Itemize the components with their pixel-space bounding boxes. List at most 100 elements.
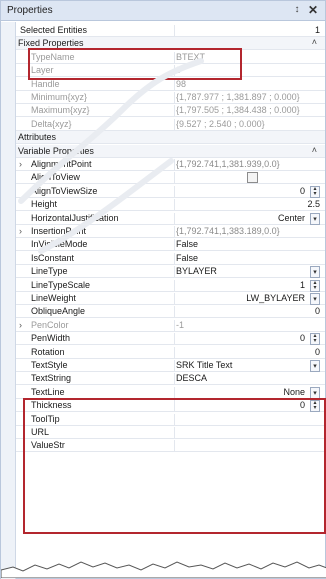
property-name: TextString [31, 373, 72, 383]
property-row-textline[interactable]: TextLine None ▾ [16, 386, 325, 399]
property-row-invisiblemode[interactable]: InVisibleMode False [16, 238, 325, 251]
property-row-maximum-xyz-[interactable]: Maximum{xyz} {1,797.505 ; 1,384.438 ; 0.0… [16, 104, 325, 117]
property-row-obliqueangle[interactable]: ObliqueAngle 0 [16, 305, 325, 318]
chevron-up-icon[interactable]: ˄ [312, 145, 317, 155]
property-row-valuestr[interactable]: ValueStr [16, 439, 325, 452]
close-icon[interactable]: ✕ [307, 4, 319, 16]
property-value[interactable]: BYLAYER ▾ [174, 266, 323, 278]
property-row-textstring[interactable]: TextString DESCA [16, 372, 325, 385]
property-name: InVisibleMode [31, 239, 88, 249]
property-name: Handle [31, 79, 60, 89]
property-value[interactable]: None ▾ [174, 387, 323, 399]
property-name: TextLine [31, 387, 65, 397]
property-value[interactable]: LW_BYLAYER ▾ [174, 293, 323, 305]
property-row-isconstant[interactable]: IsConstant False [16, 252, 325, 265]
property-value[interactable]: 0 ▴ ▾ [174, 333, 323, 345]
property-row-typename[interactable]: TypeName BTEXT [16, 51, 325, 64]
dropdown-arrow-icon[interactable]: ▾ [310, 360, 320, 372]
property-value[interactable]: False [174, 239, 323, 251]
property-name: LineTypeScale [31, 280, 91, 290]
property-value[interactable]: SRK Title Text ▾ [174, 360, 323, 372]
property-name: Selected Entities [20, 25, 88, 35]
property-value[interactable]: 0 ▴ ▾ [174, 400, 323, 412]
property-row-handle[interactable]: Handle 98 [16, 78, 325, 91]
property-name: PenWidth [31, 333, 71, 343]
property-value[interactable]: 2.5 [174, 199, 323, 211]
property-name: Thickness [31, 400, 72, 410]
dropdown-arrow-icon[interactable]: ▾ [310, 387, 320, 399]
property-value[interactable]: 1 [174, 25, 323, 37]
properties-panel: Properties ↕ ✕ Selected Entities 1 Fixed P… [0, 0, 326, 579]
category-fixed-properties[interactable]: Fixed Properties ˄ [16, 37, 325, 50]
property-name: LineType [31, 266, 68, 276]
property-row-horizontaljustification[interactable]: HorizontalJustification Center ▾ [16, 212, 325, 225]
property-row-pencolor[interactable]: › PenColor -1 [16, 319, 325, 332]
property-value[interactable] [174, 414, 323, 426]
pin-icon[interactable]: ↕ [291, 4, 303, 16]
property-value[interactable]: 0 ▴ ▾ [174, 186, 323, 198]
chevron-up-icon[interactable]: ˄ [312, 37, 317, 47]
property-row-linetype[interactable]: LineType BYLAYER ▾ [16, 265, 325, 278]
dropdown-arrow-icon[interactable]: ▾ [310, 266, 320, 278]
spinner-icon[interactable]: ▴ ▾ [310, 280, 320, 292]
property-name: AlignToViewSize [31, 186, 98, 196]
spinner-icon[interactable]: ▴ ▾ [310, 333, 320, 345]
property-value[interactable] [174, 172, 323, 184]
category-label: Variable Properties [18, 146, 94, 156]
align-to-view-checkbox[interactable] [247, 172, 258, 183]
property-name: AlignToView [31, 172, 80, 182]
category-attributes[interactable]: Attributes [16, 131, 325, 144]
dropdown-arrow-icon[interactable]: ▾ [310, 293, 320, 305]
property-row-penwidth[interactable]: PenWidth 0 ▴ ▾ [16, 332, 325, 345]
property-row-insertionpoint[interactable]: › InsertionPoint {1,792.741,1,383.189,0.0} [16, 225, 325, 238]
category-variable-properties[interactable]: Variable Properties ˄ [16, 145, 325, 158]
property-name: PenColor [31, 320, 69, 330]
property-row-alignmentpoint[interactable]: › AlignmentPoint {1,792.741,1,381.939,0.0} [16, 158, 325, 171]
spinner-icon[interactable]: ▴ ▾ [310, 400, 320, 412]
property-row-layer[interactable]: Layer 0 [16, 64, 325, 77]
property-value[interactable]: DESCA [174, 373, 323, 385]
property-row-linetypescale[interactable]: LineTypeScale 1 ▴ ▾ [16, 279, 325, 292]
property-name: Delta{xyz} [31, 119, 72, 129]
property-row-url[interactable]: URL [16, 426, 325, 439]
property-row-height[interactable]: Height 2.5 [16, 198, 325, 211]
grid-gutter [1, 22, 16, 579]
property-name: InsertionPoint [31, 226, 87, 236]
property-value[interactable]: 0 [174, 347, 323, 359]
property-row-selected-entities[interactable]: Selected Entities 1 [16, 24, 325, 37]
property-row-delta-xyz-[interactable]: Delta{xyz} {9.527 ; 2.540 ; 0.000} [16, 118, 325, 131]
expand-arrow-icon[interactable]: › [19, 159, 22, 169]
expand-arrow-icon[interactable]: › [19, 320, 22, 330]
panel-title: Properties [7, 5, 53, 16]
property-value: {1,792.741,1,383.189,0.0} [174, 226, 323, 238]
expand-arrow-icon[interactable]: › [19, 226, 22, 236]
property-value[interactable] [174, 440, 323, 452]
property-name: ObliqueAngle [31, 306, 86, 316]
property-value[interactable]: 1 ▴ ▾ [174, 280, 323, 292]
property-value: 0 [174, 65, 323, 77]
property-row-tooltip[interactable]: ToolTip [16, 413, 325, 426]
property-value: {1,792.741,1,381.939,0.0} [174, 159, 323, 171]
property-value: -1 [174, 320, 323, 332]
dropdown-arrow-icon[interactable]: ▾ [310, 213, 320, 225]
category-label: Fixed Properties [18, 38, 84, 48]
property-value[interactable]: Center ▾ [174, 213, 323, 225]
torn-edge [1, 561, 326, 578]
property-value: {1,787.977 ; 1,381.897 ; 0.000} [174, 92, 323, 104]
property-name: TextStyle [31, 360, 68, 370]
property-row-lineweight[interactable]: LineWeight LW_BYLAYER ▾ [16, 292, 325, 305]
property-value[interactable] [174, 427, 323, 439]
property-value[interactable]: False [174, 253, 323, 265]
property-row-aligntoview[interactable]: AlignToView [16, 171, 325, 184]
property-value[interactable]: 0 [174, 306, 323, 318]
property-value: BTEXT [174, 52, 323, 64]
property-row-rotation[interactable]: Rotation 0 [16, 346, 325, 359]
property-name: Minimum{xyz} [31, 92, 88, 102]
property-row-minimum-xyz-[interactable]: Minimum{xyz} {1,787.977 ; 1,381.897 ; 0.0… [16, 91, 325, 104]
property-row-thickness[interactable]: Thickness 0 ▴ ▾ [16, 399, 325, 412]
spinner-icon[interactable]: ▴ ▾ [310, 186, 320, 198]
property-row-textstyle[interactable]: TextStyle SRK Title Text ▾ [16, 359, 325, 372]
category-label: Attributes [18, 132, 57, 142]
property-row-aligntoviewsize[interactable]: AlignToViewSize 0 ▴ ▾ [16, 185, 325, 198]
panel-titlebar: Properties ↕ ✕ [1, 1, 325, 21]
